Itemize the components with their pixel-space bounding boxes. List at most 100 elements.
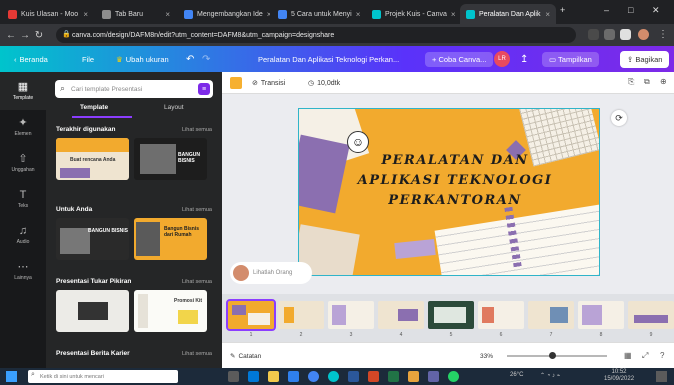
back-icon[interactable]: ← <box>4 30 18 41</box>
system-tray-icons[interactable]: ⌃ ◔ ♪ ⌁ <box>540 372 560 379</box>
bookmark-icon[interactable] <box>620 29 631 40</box>
excel-icon[interactable] <box>388 371 399 382</box>
task-view-icon[interactable] <box>228 371 239 382</box>
store-icon[interactable] <box>288 371 299 382</box>
slide-title-line-3[interactable]: PERKANTORAN <box>345 193 565 208</box>
share-button[interactable]: ⇪ Bagikan <box>620 46 670 72</box>
home-button[interactable]: ‹ Beranda <box>14 46 48 72</box>
redo-button[interactable]: ↷ <box>202 46 210 72</box>
clock[interactable]: 10:52 15/09/2022 <box>604 369 634 383</box>
notes-button[interactable]: ✎ Catatan <box>230 343 261 369</box>
try-pro-button[interactable]: + Coba Canva... <box>425 46 494 72</box>
close-icon[interactable]: × <box>267 10 270 19</box>
filter-icon[interactable]: ≡ <box>198 83 210 95</box>
rail-item-audio[interactable]: ♫ Audio <box>0 216 46 254</box>
rail-item-lainnya[interactable]: ⋯ Lainnya <box>0 252 46 290</box>
template-thumbnail[interactable]: Promosi Kit <box>134 290 207 332</box>
template-thumbnail[interactable]: BANGUN BISNIS <box>56 218 129 260</box>
present-button[interactable]: ▭ Tampilkan <box>542 46 599 72</box>
duration-button[interactable]: ◷ 10,0dtk <box>308 72 340 94</box>
rail-item-unggahan[interactable]: ⇧ Unggahan <box>0 144 46 182</box>
edge-icon[interactable] <box>248 371 259 382</box>
rotate-icon[interactable]: ⟳ <box>611 110 627 126</box>
collaborator-avatar[interactable]: LR <box>494 46 510 72</box>
close-icon[interactable]: × <box>165 10 170 19</box>
template-search-input[interactable]: ⌕ Cari template Presentasi ≡ <box>55 80 213 98</box>
grid-view-icon[interactable]: ▦ <box>624 351 632 360</box>
presentation-slide[interactable]: ☺ PERALATAN DAN APLIKASI TEKNOLOGI PERKA… <box>298 108 600 276</box>
maximize-icon[interactable]: □ <box>628 5 633 15</box>
weather-text[interactable]: 26°C <box>510 372 523 378</box>
page-thumbnail[interactable] <box>628 301 674 329</box>
page-thumbnail[interactable] <box>428 301 474 329</box>
extension-icon[interactable] <box>588 29 599 40</box>
template-thumbnail[interactable]: Buat rencana Anda <box>56 138 129 180</box>
browser-tab-1[interactable]: Kuis Ulasan - Moo × <box>2 4 94 24</box>
app-icon[interactable] <box>408 371 419 382</box>
resize-button[interactable]: ♛ Ubah ukuran <box>116 46 169 72</box>
reload-icon[interactable]: ↻ <box>32 30 46 41</box>
close-icon[interactable]: × <box>356 10 361 19</box>
template-thumbnail[interactable]: Bangun Bisnis dari Rumah <box>134 218 207 260</box>
document-title[interactable]: Peralatan Dan Aplikasi Teknologi Perkan.… <box>258 46 399 72</box>
background-color-swatch[interactable] <box>230 77 242 89</box>
transition-button[interactable]: ⊘ Transisi <box>252 72 285 94</box>
see-all-link[interactable]: Lihat semua <box>182 279 212 285</box>
new-tab-icon[interactable]: + <box>560 5 565 15</box>
powerpoint-icon[interactable] <box>368 371 379 382</box>
file-menu[interactable]: File <box>82 46 94 72</box>
browser-tab-4[interactable]: 5 Cara untuk Menyi × <box>272 4 364 24</box>
teams-icon[interactable] <box>428 371 439 382</box>
see-all-link[interactable]: Lihat semua <box>182 127 212 133</box>
page-thumbnail[interactable] <box>578 301 624 329</box>
chrome-icon[interactable] <box>308 371 319 382</box>
page-thumbnail[interactable] <box>328 301 374 329</box>
zoom-slider[interactable] <box>507 352 607 359</box>
template-thumbnail[interactable]: BANGUN BISNIS <box>134 138 207 180</box>
forward-icon[interactable]: → <box>18 30 32 41</box>
copy-style-icon[interactable]: ⎘ <box>628 77 634 87</box>
duplicate-icon[interactable]: ⧉ <box>644 77 650 87</box>
zoom-value[interactable]: 33% <box>480 343 493 369</box>
profile-avatar[interactable] <box>638 29 649 40</box>
page-thumbnail[interactable] <box>226 299 276 331</box>
close-icon[interactable]: × <box>545 10 550 19</box>
close-icon[interactable]: × <box>451 10 456 19</box>
close-icon[interactable]: × <box>83 10 88 19</box>
windows-start-icon[interactable] <box>6 371 17 382</box>
menu-icon[interactable]: ⋮ <box>656 29 670 40</box>
rail-item-teks[interactable]: T Teks <box>0 180 46 218</box>
undo-button[interactable]: ↶ <box>186 46 194 72</box>
page-thumbnail[interactable] <box>278 301 324 329</box>
rail-item-template[interactable]: ▦ Template <box>0 72 46 110</box>
page-thumbnail[interactable] <box>378 301 424 329</box>
word-icon[interactable] <box>348 371 359 382</box>
taskbar-search-input[interactable]: ⌕ Ketik di sini untuk mencari <box>28 370 178 383</box>
browser-tab-5[interactable]: Projek Kuis - Canva × <box>366 4 458 24</box>
file-explorer-icon[interactable] <box>268 371 279 382</box>
see-all-link[interactable]: Lihat semua <box>182 207 212 213</box>
help-icon[interactable]: ? <box>660 351 664 360</box>
extension-icon[interactable] <box>604 29 615 40</box>
url-input[interactable]: 🔒 canva.com/design/DAFM8n/edit?utm_conte… <box>56 27 576 43</box>
fullscreen-icon[interactable]: ⤢ <box>642 351 648 361</box>
see-all-link[interactable]: Lihat semua <box>182 351 212 357</box>
add-page-icon[interactable]: ⊕ <box>660 77 667 86</box>
close-window-icon[interactable]: ✕ <box>652 5 660 16</box>
stats-button[interactable]: ↥ <box>520 46 528 72</box>
comment-bubble[interactable]: Lihatlah Orang <box>230 262 312 284</box>
browser-tab-3[interactable]: Mengembangkan Ide × <box>178 4 270 24</box>
minimize-icon[interactable]: – <box>604 5 609 15</box>
slide-title-line-2[interactable]: APLIKASI TEKNOLOGI <box>345 173 565 188</box>
zoom-slider-handle[interactable] <box>548 352 556 359</box>
tab-layout[interactable]: Layout <box>164 104 184 111</box>
canva-app-icon[interactable] <box>328 371 339 382</box>
page-thumbnail[interactable] <box>478 301 524 329</box>
browser-tab-active[interactable]: Peralatan Dan Aplik × <box>460 4 556 24</box>
template-thumbnail[interactable] <box>56 290 129 332</box>
tab-template[interactable]: Template <box>80 104 108 111</box>
rail-item-elemen[interactable]: ✦ Elemen <box>0 108 46 146</box>
page-thumbnail[interactable] <box>528 301 574 329</box>
notification-icon[interactable] <box>656 371 667 382</box>
browser-tab-2[interactable]: Tab Baru × <box>96 4 176 24</box>
